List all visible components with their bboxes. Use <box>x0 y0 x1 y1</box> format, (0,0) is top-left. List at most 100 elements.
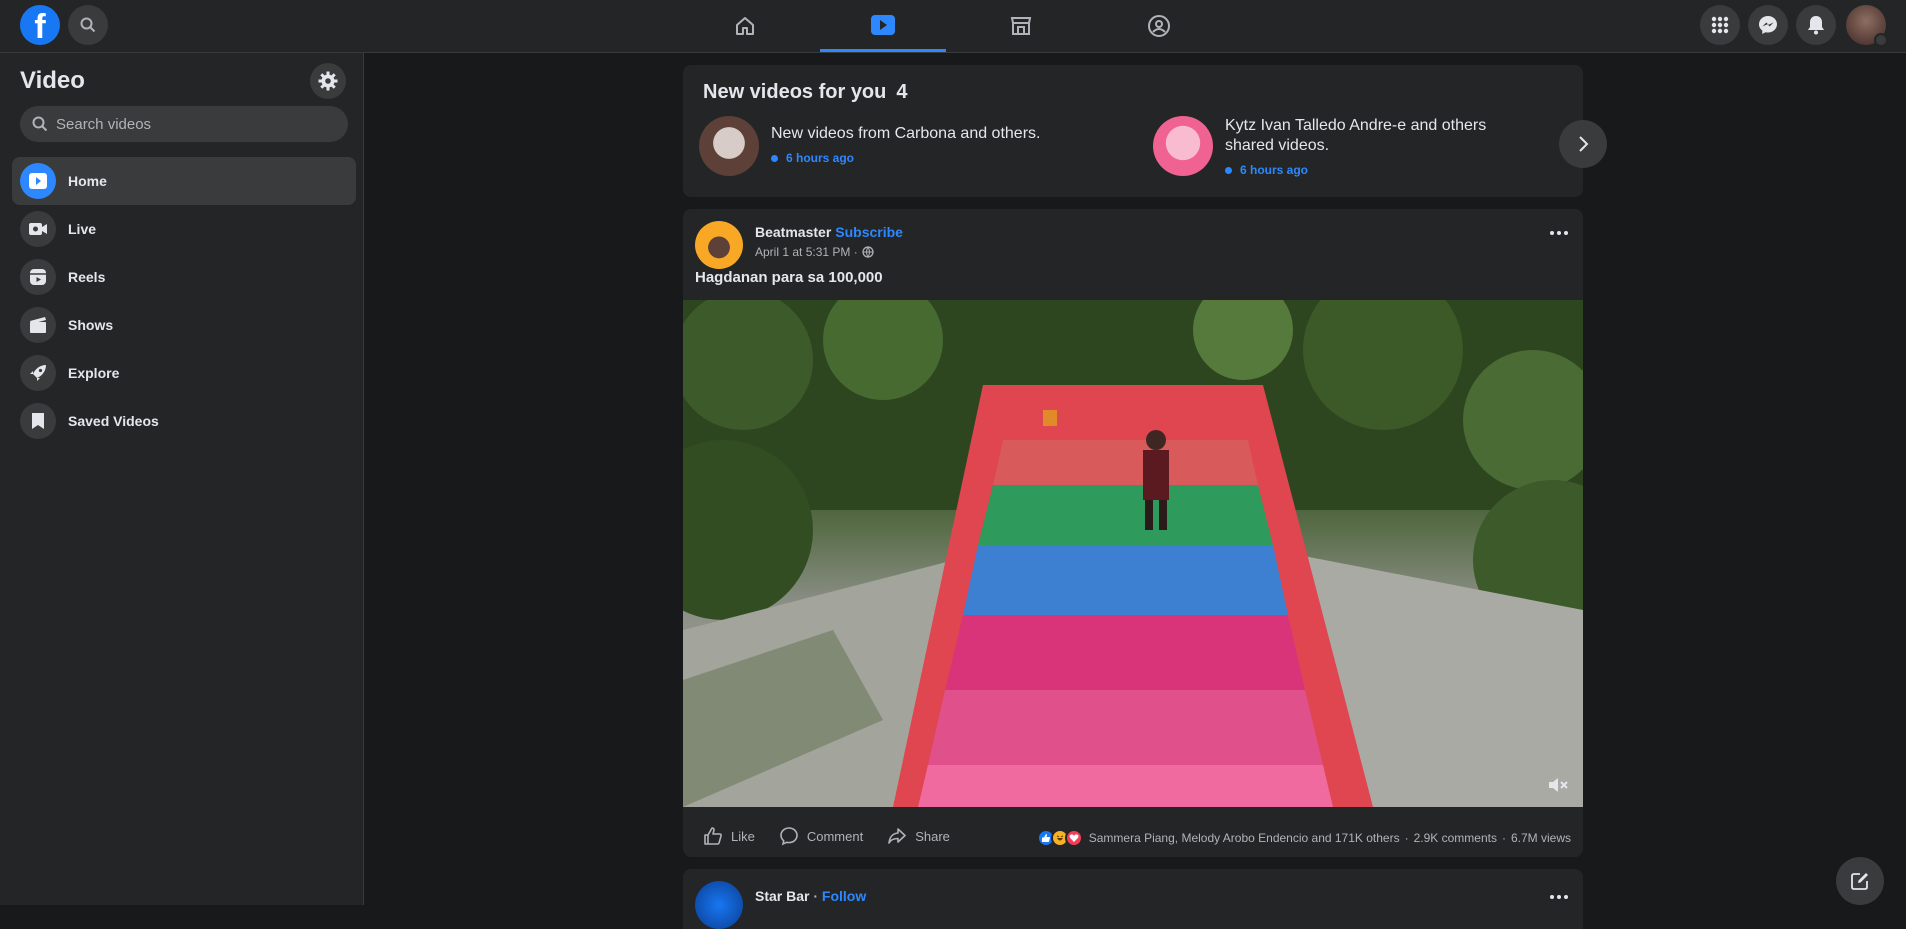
live-icon <box>20 211 56 247</box>
notification-text: New videos from Carbona and others. <box>771 125 1041 142</box>
notification-time: 6 hours ago <box>1240 163 1309 177</box>
video-sidebar: Video Home Live Reels <box>0 53 364 905</box>
video-player[interactable] <box>683 300 1583 807</box>
new-video-notification[interactable]: Kytz Ivan Talledo Andre-e and others sha… <box>1153 116 1515 180</box>
author-name[interactable]: Beatmaster <box>755 224 831 240</box>
nav-tab-groups[interactable] <box>1096 0 1222 52</box>
notification-text: Kytz Ivan Talledo Andre-e and others sha… <box>1225 117 1487 154</box>
search-input[interactable] <box>56 115 336 133</box>
sidebar-item-label: Home <box>68 173 107 189</box>
new-videos-count: 4 <box>896 81 908 103</box>
like-icon <box>704 827 722 845</box>
notifications-button[interactable] <box>1796 5 1836 45</box>
compose-icon <box>1851 873 1868 890</box>
video-post: Star Bar · Follow <box>683 869 1583 929</box>
post-meta: April 1 at 5:31 PM · <box>755 245 874 259</box>
sidebar-item-shows[interactable]: Shows <box>12 301 356 349</box>
settings-button[interactable] <box>310 63 346 99</box>
shows-icon <box>20 307 56 343</box>
sidebar-item-reels[interactable]: Reels <box>12 253 356 301</box>
comments-count[interactable]: 2.9K comments <box>1414 831 1497 845</box>
explore-icon <box>20 355 56 391</box>
comment-button[interactable]: Comment <box>779 826 863 846</box>
globe-icon <box>862 246 874 258</box>
saved-icon <box>20 403 56 439</box>
video-post: Beatmaster Subscribe April 1 at 5:31 PM ·… <box>683 209 1583 857</box>
new-videos-card: New videos for you 4 New videos from Carb… <box>683 65 1607 197</box>
views-count: 6.7M views <box>1510 831 1571 845</box>
share-icon <box>888 828 907 844</box>
nav-tab-watch[interactable] <box>820 0 946 52</box>
follow-link[interactable]: Follow <box>822 888 866 904</box>
like-label: Like <box>731 828 755 844</box>
facebook-logo[interactable]: f <box>20 5 60 45</box>
sidebar-item-saved-videos[interactable]: Saved Videos <box>12 397 356 445</box>
author-avatar[interactable] <box>695 221 743 269</box>
groups-icon <box>1148 15 1170 37</box>
video-home-icon <box>20 163 56 199</box>
post-header: Beatmaster Subscribe <box>755 224 903 240</box>
post-caption: Hagdanan para sa 100,000 <box>695 269 883 286</box>
reactions-summary[interactable]: Sammera Piang, Melody Arobo Endencio and… <box>1089 831 1400 845</box>
post-stats: Sammera Piang, Melody Arobo Endencio and… <box>1036 829 1571 847</box>
account-avatar[interactable] <box>1846 5 1888 47</box>
sidebar-item-label: Live <box>68 221 97 237</box>
more-icon <box>1550 231 1568 235</box>
reels-icon <box>20 259 56 295</box>
separator: · <box>1404 831 1409 845</box>
sidebar-item-live[interactable]: Live <box>12 205 356 253</box>
post-timestamp[interactable]: April 1 at 5:31 PM · <box>755 245 858 259</box>
next-button[interactable] <box>1559 120 1607 168</box>
reaction-icons[interactable] <box>1036 829 1083 847</box>
search-icon <box>80 17 96 33</box>
separator: · <box>813 888 819 904</box>
post-header: Star Bar · Follow <box>755 888 866 904</box>
marketplace-icon <box>1010 17 1032 35</box>
watch-icon <box>871 14 895 35</box>
more-options-button[interactable] <box>1547 885 1571 909</box>
menu-grid-icon <box>1711 16 1729 34</box>
menu-button[interactable] <box>1700 5 1740 45</box>
home-icon <box>736 17 754 35</box>
sidebar-item-label: Explore <box>68 365 120 381</box>
top-navigation-bar: f <box>0 0 1906 53</box>
love-reaction-icon <box>1064 829 1083 847</box>
author-name[interactable]: Star Bar <box>755 888 809 904</box>
search-button[interactable] <box>68 5 108 45</box>
notification-time: 6 hours ago <box>786 151 855 165</box>
subscribe-link[interactable]: Subscribe <box>835 224 903 240</box>
mute-icon[interactable] <box>1547 775 1569 795</box>
search-videos-box[interactable] <box>20 106 348 142</box>
gear-icon <box>318 71 338 91</box>
separator: · <box>1501 831 1506 845</box>
comment-label: Comment <box>806 828 864 844</box>
page-title: Video <box>20 67 85 94</box>
unread-dot <box>771 154 778 162</box>
nav-tab-home[interactable] <box>682 0 808 52</box>
new-video-notification[interactable]: New videos from Carbona and others. 6 ho… <box>699 116 1061 176</box>
new-videos-heading: New videos for you 4 <box>703 81 908 104</box>
new-message-button[interactable] <box>1836 857 1884 905</box>
sidebar-item-label: Reels <box>68 269 106 285</box>
like-button[interactable]: Like <box>703 826 755 846</box>
notification-avatar <box>699 116 759 176</box>
notification-avatar <box>1153 116 1213 176</box>
chevron-down-icon <box>1874 33 1888 47</box>
author-avatar[interactable] <box>695 881 743 929</box>
sidebar-item-explore[interactable]: Explore <box>12 349 356 397</box>
more-icon <box>1550 895 1568 899</box>
unread-dot <box>1225 166 1232 174</box>
more-options-button[interactable] <box>1547 221 1571 245</box>
nav-tab-marketplace[interactable] <box>958 0 1084 52</box>
notifications-icon <box>1808 16 1824 35</box>
messenger-button[interactable] <box>1748 5 1788 45</box>
sidebar-item-home[interactable]: Home <box>12 157 356 205</box>
sidebar-item-label: Saved Videos <box>68 413 159 429</box>
messenger-icon <box>1759 16 1777 34</box>
chevron-right-icon <box>1579 136 1589 152</box>
share-label: Share <box>915 828 950 844</box>
sidebar-item-label: Shows <box>68 317 114 333</box>
comment-icon <box>780 827 798 846</box>
search-icon <box>32 116 48 132</box>
share-button[interactable]: Share <box>887 826 950 846</box>
